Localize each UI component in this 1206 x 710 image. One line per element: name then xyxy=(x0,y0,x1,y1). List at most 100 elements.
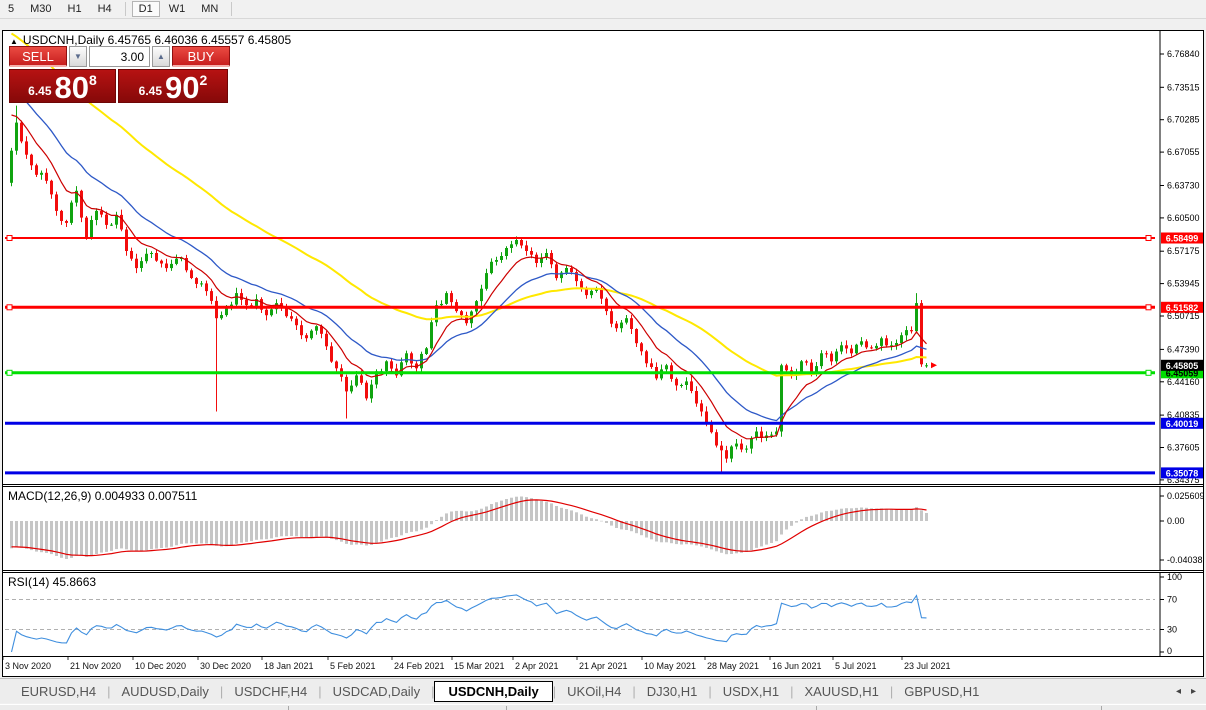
svg-text:6.40019: 6.40019 xyxy=(1166,419,1199,429)
tab-scroll-arrows: ◂▸ xyxy=(1176,686,1196,697)
sell-price-panel[interactable]: 6.45808 xyxy=(9,69,116,103)
ma-fast-line xyxy=(12,115,927,439)
chart-symbol-label: USDCNH,Daily xyxy=(23,33,104,47)
date-tick-label: 15 Mar 2021 xyxy=(454,661,505,671)
tab-usdx-h1[interactable]: USDX,H1 xyxy=(712,681,790,702)
tab-dj30-h1[interactable]: DJ30,H1 xyxy=(636,681,709,702)
svg-text:6.70285: 6.70285 xyxy=(1167,115,1200,125)
level-anchor-square[interactable] xyxy=(1146,236,1151,241)
buy-price-sup: 2 xyxy=(200,72,208,88)
macd-signal-line xyxy=(12,500,927,556)
svg-text:6.35078: 6.35078 xyxy=(1166,468,1199,478)
svg-text:6.51582: 6.51582 xyxy=(1166,303,1199,313)
collapse-arrow-icon[interactable]: ▲ xyxy=(10,37,18,46)
macd-pane: 0.0256090.00-0.04038 MACD(12,26,9) 0.004… xyxy=(3,487,1203,570)
date-tick-label: 3 Nov 2020 xyxy=(5,661,51,671)
buy-price-panel[interactable]: 6.45902 xyxy=(118,69,228,103)
sell-price-sup: 8 xyxy=(89,72,97,88)
date-tick-label: 18 Jan 2021 xyxy=(264,661,314,671)
svg-text:6.76840: 6.76840 xyxy=(1167,49,1200,59)
rsi-pane: 10070300 RSI(14) 45.8663 xyxy=(3,573,1203,656)
timeframe-d1[interactable]: D1 xyxy=(132,1,160,17)
status-divider xyxy=(816,706,817,710)
tab-ukoil-h4[interactable]: UKOil,H4 xyxy=(556,681,632,702)
tab-usdcnh-daily[interactable]: USDCNH,Daily xyxy=(434,681,552,702)
svg-text:0: 0 xyxy=(1167,646,1172,656)
chart-window: 6.768406.735156.702856.670556.637306.605… xyxy=(2,30,1204,677)
rsi-line xyxy=(12,595,927,652)
chart-ohlc-values: 6.45765 6.46036 6.45557 6.45805 xyxy=(108,33,292,47)
date-axis: 3 Nov 2020 21 Nov 2020 10 Dec 2020 30 Dec 2… xyxy=(3,656,1203,676)
svg-text:0.025609: 0.025609 xyxy=(1167,491,1203,501)
date-tick-label: 5 Feb 2021 xyxy=(330,661,376,671)
sell-price-prefix: 6.45 xyxy=(28,84,51,98)
svg-text:6.57175: 6.57175 xyxy=(1167,246,1200,256)
svg-text:6.73515: 6.73515 xyxy=(1167,82,1200,92)
svg-text:30: 30 xyxy=(1167,625,1177,635)
date-tick-label: 10 May 2021 xyxy=(644,661,696,671)
date-tick-label: 23 Jul 2021 xyxy=(904,661,951,671)
svg-text:6.60500: 6.60500 xyxy=(1167,213,1200,223)
tab-audusd-daily[interactable]: AUDUSD,Daily xyxy=(111,681,220,702)
volume-input[interactable] xyxy=(89,46,150,67)
level-anchor-square[interactable] xyxy=(7,236,12,241)
timeframe-5[interactable]: 5 xyxy=(1,1,21,17)
svg-text:70: 70 xyxy=(1167,595,1177,605)
level-anchor-square[interactable] xyxy=(7,305,12,310)
rsi-label: RSI(14) 45.8663 xyxy=(8,575,96,589)
macd-histogram-layer xyxy=(10,497,928,560)
macd-label: MACD(12,26,9) 0.004933 0.007511 xyxy=(8,489,197,503)
horizontal-levels-layer[interactable] xyxy=(5,236,1155,473)
date-tick-label: 10 Dec 2020 xyxy=(135,661,186,671)
buy-button[interactable]: BUY xyxy=(172,46,230,67)
tab-gbpusd-h1[interactable]: GBPUSD,H1 xyxy=(893,681,990,702)
tab-usdchf-h4[interactable]: USDCHF,H4 xyxy=(223,681,318,702)
date-tick-label: 16 Jun 2021 xyxy=(772,661,822,671)
tab-scroll-left-icon[interactable]: ◂ xyxy=(1176,686,1181,697)
bid-price-marker xyxy=(931,362,937,368)
timeframe-mn[interactable]: MN xyxy=(194,1,225,17)
level-anchor-square[interactable] xyxy=(1146,370,1151,375)
svg-text:6.45805: 6.45805 xyxy=(1166,361,1199,371)
status-divider xyxy=(288,706,289,710)
date-tick-label: 5 Jul 2021 xyxy=(835,661,877,671)
timeframe-h1[interactable]: H1 xyxy=(61,1,89,17)
sell-button[interactable]: SELL xyxy=(9,46,67,67)
timeframe-w1[interactable]: W1 xyxy=(162,1,193,17)
date-tick-label: 24 Feb 2021 xyxy=(394,661,445,671)
one-click-trading-panel: SELL ▼ ▲ BUY 6.45808 6.45902 xyxy=(9,46,230,103)
tab-xauusd-h1[interactable]: XAUUSD,H1 xyxy=(793,681,889,702)
volume-decrease-button[interactable]: ▼ xyxy=(69,46,87,67)
volume-increase-button[interactable]: ▲ xyxy=(152,46,170,67)
status-divider xyxy=(1101,706,1102,710)
tab-usdcad-daily[interactable]: USDCAD,Daily xyxy=(322,681,431,702)
price-axis: 6.768406.735156.702856.670556.637306.605… xyxy=(1160,31,1203,484)
arrow-down-icon: ▼ xyxy=(74,52,82,61)
date-tick-label: 21 Apr 2021 xyxy=(579,661,628,671)
timeframe-m30[interactable]: M30 xyxy=(23,1,58,17)
rsi-canvas[interactable]: 10070300 xyxy=(3,573,1203,656)
toolbar-separator xyxy=(231,2,232,16)
tab-scroll-right-icon[interactable]: ▸ xyxy=(1191,686,1196,697)
level-anchor-square[interactable] xyxy=(7,370,12,375)
tab-eurusd-h4[interactable]: EURUSD,H4 xyxy=(10,681,107,702)
candles-layer xyxy=(10,106,928,473)
svg-text:6.53945: 6.53945 xyxy=(1167,279,1200,289)
buy-price-prefix: 6.45 xyxy=(139,84,162,98)
toolbar-separator xyxy=(125,2,126,16)
chart-title: ▲ USDCNH,Daily 6.45765 6.46036 6.45557 6.… xyxy=(10,33,291,47)
rsi-axis: 10070300 xyxy=(1160,573,1182,656)
status-strip xyxy=(0,704,1206,710)
arrow-up-icon: ▲ xyxy=(157,52,165,61)
date-tick-label: 30 Dec 2020 xyxy=(200,661,251,671)
svg-text:6.67055: 6.67055 xyxy=(1167,147,1200,157)
date-axis-canvas: 3 Nov 2020 21 Nov 2020 10 Dec 2020 30 Dec 2… xyxy=(3,657,1203,676)
main-chart-pane: 6.768406.735156.702856.670556.637306.605… xyxy=(3,31,1203,484)
status-divider xyxy=(506,706,507,710)
chart-tab-bar: EURUSD,H4|AUDUSD,Daily|USDCHF,H4|USDCAD,… xyxy=(0,678,1206,703)
date-tick-label: 21 Nov 2020 xyxy=(70,661,121,671)
svg-text:6.47390: 6.47390 xyxy=(1167,344,1200,354)
level-anchor-square[interactable] xyxy=(1146,305,1151,310)
timeframe-h4[interactable]: H4 xyxy=(91,1,119,17)
timeframe-toolbar: 5M30H1H4 D1W1MN xyxy=(0,0,1206,19)
